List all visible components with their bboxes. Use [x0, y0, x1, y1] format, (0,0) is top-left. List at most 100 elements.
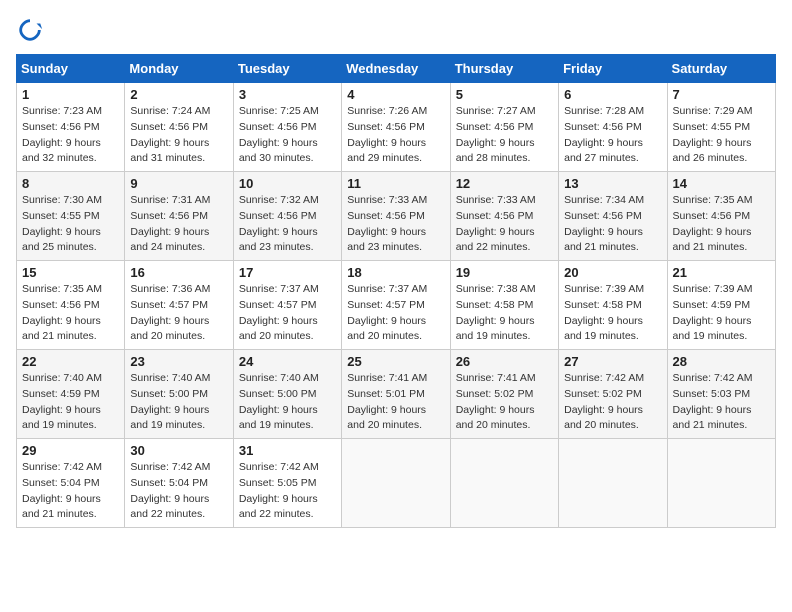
- calendar-day-1: 1 Sunrise: 7:23 AMSunset: 4:56 PMDayligh…: [17, 83, 125, 172]
- day-number: 23: [130, 354, 227, 369]
- day-info: Sunrise: 7:39 AMSunset: 4:59 PMDaylight:…: [673, 282, 770, 345]
- calendar-day-31: 31 Sunrise: 7:42 AMSunset: 5:05 PMDaylig…: [233, 439, 341, 528]
- calendar-day-23: 23 Sunrise: 7:40 AMSunset: 5:00 PMDaylig…: [125, 350, 233, 439]
- day-number: 7: [673, 87, 770, 102]
- calendar-day-19: 19 Sunrise: 7:38 AMSunset: 4:58 PMDaylig…: [450, 261, 558, 350]
- day-info: Sunrise: 7:34 AMSunset: 4:56 PMDaylight:…: [564, 193, 661, 256]
- calendar-empty: [559, 439, 667, 528]
- day-info: Sunrise: 7:35 AMSunset: 4:56 PMDaylight:…: [22, 282, 119, 345]
- day-number: 27: [564, 354, 661, 369]
- calendar-header: SundayMondayTuesdayWednesdayThursdayFrid…: [17, 55, 776, 83]
- day-number: 28: [673, 354, 770, 369]
- day-number: 6: [564, 87, 661, 102]
- day-info: Sunrise: 7:42 AMSunset: 5:04 PMDaylight:…: [22, 460, 119, 523]
- day-number: 11: [347, 176, 444, 191]
- day-info: Sunrise: 7:42 AMSunset: 5:04 PMDaylight:…: [130, 460, 227, 523]
- calendar-week-4: 22 Sunrise: 7:40 AMSunset: 4:59 PMDaylig…: [17, 350, 776, 439]
- calendar-empty: [450, 439, 558, 528]
- day-number: 12: [456, 176, 553, 191]
- day-number: 31: [239, 443, 336, 458]
- day-number: 9: [130, 176, 227, 191]
- calendar-day-27: 27 Sunrise: 7:42 AMSunset: 5:02 PMDaylig…: [559, 350, 667, 439]
- calendar-day-24: 24 Sunrise: 7:40 AMSunset: 5:00 PMDaylig…: [233, 350, 341, 439]
- weekday-header-saturday: Saturday: [667, 55, 775, 83]
- day-info: Sunrise: 7:38 AMSunset: 4:58 PMDaylight:…: [456, 282, 553, 345]
- calendar-day-6: 6 Sunrise: 7:28 AMSunset: 4:56 PMDayligh…: [559, 83, 667, 172]
- weekday-header-friday: Friday: [559, 55, 667, 83]
- day-info: Sunrise: 7:35 AMSunset: 4:56 PMDaylight:…: [673, 193, 770, 256]
- weekday-header-tuesday: Tuesday: [233, 55, 341, 83]
- calendar-day-17: 17 Sunrise: 7:37 AMSunset: 4:57 PMDaylig…: [233, 261, 341, 350]
- calendar-day-20: 20 Sunrise: 7:39 AMSunset: 4:58 PMDaylig…: [559, 261, 667, 350]
- calendar-day-15: 15 Sunrise: 7:35 AMSunset: 4:56 PMDaylig…: [17, 261, 125, 350]
- day-number: 18: [347, 265, 444, 280]
- day-number: 5: [456, 87, 553, 102]
- day-info: Sunrise: 7:37 AMSunset: 4:57 PMDaylight:…: [239, 282, 336, 345]
- calendar-empty: [342, 439, 450, 528]
- weekday-row: SundayMondayTuesdayWednesdayThursdayFrid…: [17, 55, 776, 83]
- day-info: Sunrise: 7:36 AMSunset: 4:57 PMDaylight:…: [130, 282, 227, 345]
- weekday-header-wednesday: Wednesday: [342, 55, 450, 83]
- day-number: 17: [239, 265, 336, 280]
- day-number: 26: [456, 354, 553, 369]
- calendar-day-5: 5 Sunrise: 7:27 AMSunset: 4:56 PMDayligh…: [450, 83, 558, 172]
- calendar-day-3: 3 Sunrise: 7:25 AMSunset: 4:56 PMDayligh…: [233, 83, 341, 172]
- day-info: Sunrise: 7:37 AMSunset: 4:57 PMDaylight:…: [347, 282, 444, 345]
- calendar-day-14: 14 Sunrise: 7:35 AMSunset: 4:56 PMDaylig…: [667, 172, 775, 261]
- day-info: Sunrise: 7:32 AMSunset: 4:56 PMDaylight:…: [239, 193, 336, 256]
- calendar-day-12: 12 Sunrise: 7:33 AMSunset: 4:56 PMDaylig…: [450, 172, 558, 261]
- day-info: Sunrise: 7:42 AMSunset: 5:05 PMDaylight:…: [239, 460, 336, 523]
- day-info: Sunrise: 7:28 AMSunset: 4:56 PMDaylight:…: [564, 104, 661, 167]
- day-info: Sunrise: 7:39 AMSunset: 4:58 PMDaylight:…: [564, 282, 661, 345]
- day-number: 20: [564, 265, 661, 280]
- calendar-day-22: 22 Sunrise: 7:40 AMSunset: 4:59 PMDaylig…: [17, 350, 125, 439]
- day-number: 29: [22, 443, 119, 458]
- day-info: Sunrise: 7:40 AMSunset: 5:00 PMDaylight:…: [130, 371, 227, 434]
- day-number: 21: [673, 265, 770, 280]
- calendar-day-9: 9 Sunrise: 7:31 AMSunset: 4:56 PMDayligh…: [125, 172, 233, 261]
- weekday-header-sunday: Sunday: [17, 55, 125, 83]
- day-number: 8: [22, 176, 119, 191]
- day-info: Sunrise: 7:40 AMSunset: 4:59 PMDaylight:…: [22, 371, 119, 434]
- calendar-week-2: 8 Sunrise: 7:30 AMSunset: 4:55 PMDayligh…: [17, 172, 776, 261]
- calendar-day-25: 25 Sunrise: 7:41 AMSunset: 5:01 PMDaylig…: [342, 350, 450, 439]
- day-info: Sunrise: 7:41 AMSunset: 5:01 PMDaylight:…: [347, 371, 444, 434]
- day-number: 4: [347, 87, 444, 102]
- calendar-body: 1 Sunrise: 7:23 AMSunset: 4:56 PMDayligh…: [17, 83, 776, 528]
- calendar-day-28: 28 Sunrise: 7:42 AMSunset: 5:03 PMDaylig…: [667, 350, 775, 439]
- day-number: 19: [456, 265, 553, 280]
- day-number: 22: [22, 354, 119, 369]
- day-number: 10: [239, 176, 336, 191]
- calendar-week-1: 1 Sunrise: 7:23 AMSunset: 4:56 PMDayligh…: [17, 83, 776, 172]
- page-header: [16, 16, 776, 44]
- day-number: 3: [239, 87, 336, 102]
- calendar-day-21: 21 Sunrise: 7:39 AMSunset: 4:59 PMDaylig…: [667, 261, 775, 350]
- day-info: Sunrise: 7:40 AMSunset: 5:00 PMDaylight:…: [239, 371, 336, 434]
- weekday-header-monday: Monday: [125, 55, 233, 83]
- day-info: Sunrise: 7:23 AMSunset: 4:56 PMDaylight:…: [22, 104, 119, 167]
- calendar-day-11: 11 Sunrise: 7:33 AMSunset: 4:56 PMDaylig…: [342, 172, 450, 261]
- day-info: Sunrise: 7:33 AMSunset: 4:56 PMDaylight:…: [347, 193, 444, 256]
- day-info: Sunrise: 7:31 AMSunset: 4:56 PMDaylight:…: [130, 193, 227, 256]
- day-info: Sunrise: 7:25 AMSunset: 4:56 PMDaylight:…: [239, 104, 336, 167]
- day-number: 2: [130, 87, 227, 102]
- day-number: 1: [22, 87, 119, 102]
- day-number: 13: [564, 176, 661, 191]
- weekday-header-thursday: Thursday: [450, 55, 558, 83]
- day-info: Sunrise: 7:41 AMSunset: 5:02 PMDaylight:…: [456, 371, 553, 434]
- day-info: Sunrise: 7:33 AMSunset: 4:56 PMDaylight:…: [456, 193, 553, 256]
- calendar-day-16: 16 Sunrise: 7:36 AMSunset: 4:57 PMDaylig…: [125, 261, 233, 350]
- logo-icon: [16, 16, 44, 44]
- day-info: Sunrise: 7:29 AMSunset: 4:55 PMDaylight:…: [673, 104, 770, 167]
- calendar-day-30: 30 Sunrise: 7:42 AMSunset: 5:04 PMDaylig…: [125, 439, 233, 528]
- calendar-day-29: 29 Sunrise: 7:42 AMSunset: 5:04 PMDaylig…: [17, 439, 125, 528]
- day-info: Sunrise: 7:30 AMSunset: 4:55 PMDaylight:…: [22, 193, 119, 256]
- day-info: Sunrise: 7:42 AMSunset: 5:03 PMDaylight:…: [673, 371, 770, 434]
- calendar-day-13: 13 Sunrise: 7:34 AMSunset: 4:56 PMDaylig…: [559, 172, 667, 261]
- calendar-empty: [667, 439, 775, 528]
- day-info: Sunrise: 7:26 AMSunset: 4:56 PMDaylight:…: [347, 104, 444, 167]
- calendar-day-4: 4 Sunrise: 7:26 AMSunset: 4:56 PMDayligh…: [342, 83, 450, 172]
- day-number: 24: [239, 354, 336, 369]
- calendar-day-8: 8 Sunrise: 7:30 AMSunset: 4:55 PMDayligh…: [17, 172, 125, 261]
- calendar-table: SundayMondayTuesdayWednesdayThursdayFrid…: [16, 54, 776, 528]
